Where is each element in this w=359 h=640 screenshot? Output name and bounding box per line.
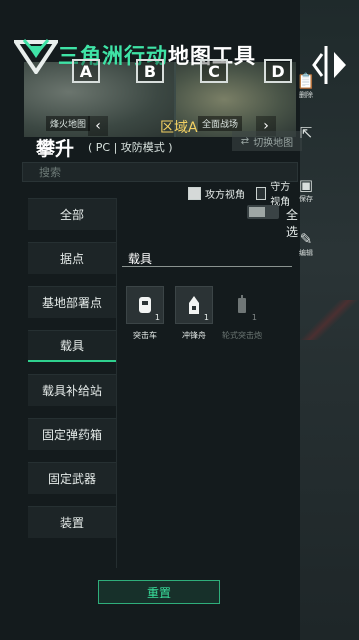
rail-save-button[interactable]: ▣ 保存	[290, 176, 322, 210]
category-fixed-weapon[interactable]: 固定武器	[28, 462, 116, 494]
prev-arrow-icon[interactable]: ‹	[88, 116, 108, 136]
item-label: 冲锋舟	[182, 331, 206, 340]
category-strongpoint[interactable]: 据点	[28, 242, 116, 274]
assault-vehicle-icon	[139, 297, 151, 313]
zone-tag-c[interactable]: C	[200, 59, 228, 83]
assault-boat-tile[interactable]: 1	[175, 286, 213, 324]
assault-boat-icon	[189, 296, 199, 314]
side-panel: 烽火地图 全面战场 三角洲行动地图工具 A B C D ‹ › 区域A ⇄ 切换…	[0, 0, 302, 640]
item-label: 轮式突击炮	[222, 331, 262, 340]
select-all-toggle[interactable]	[247, 205, 279, 219]
zone-label: 区域A	[160, 120, 198, 136]
map-title: 攀升	[36, 138, 75, 160]
assault-vehicle-tile[interactable]: 1	[126, 286, 164, 324]
clipboard-icon: 📋	[296, 72, 316, 90]
search-input[interactable]	[22, 162, 298, 182]
item-count: 1	[251, 313, 257, 322]
attack-view-checkbox[interactable]	[188, 186, 201, 200]
map-subtitle: ( PC | 攻防模式 )	[88, 141, 173, 154]
zone-tag-a[interactable]: A	[72, 59, 100, 83]
category-device[interactable]: 装置	[28, 506, 116, 538]
category-divider	[116, 198, 117, 568]
defense-view-checkbox[interactable]	[256, 186, 267, 200]
item-assault-vehicle[interactable]: 1 突击车	[125, 286, 165, 341]
switch-map-label: 切换地图	[253, 137, 294, 149]
toggle-knob	[249, 207, 265, 217]
rail-save-label: 保存	[299, 195, 313, 203]
rail-edit-button[interactable]: ✎ 编辑	[290, 230, 322, 264]
save-icon: ▣	[298, 176, 314, 194]
share-icon: ⇱	[299, 124, 313, 142]
category-ammo-box[interactable]: 固定弹药箱	[28, 418, 116, 450]
section-underline	[122, 266, 292, 267]
banner-caption-right: 全面战场	[198, 116, 243, 131]
rail-share-button[interactable]: ⇱	[290, 124, 322, 158]
map-route-streak	[299, 300, 359, 340]
reset-button[interactable]: 重置	[98, 580, 220, 604]
item-assault-boat[interactable]: 1 冲锋舟	[174, 286, 214, 341]
zone-tag-d[interactable]: D	[264, 59, 292, 83]
swap-icon: ⇄	[240, 135, 250, 147]
edit-icon: ✎	[299, 230, 313, 248]
category-list: 全部 据点 基地部署点 载具 载具补给站 固定弹药箱 固定武器 装置	[28, 198, 116, 550]
attack-view-option[interactable]: 攻方视角	[188, 185, 245, 201]
rail-edit-label: 编辑	[299, 249, 313, 257]
item-count: 1	[203, 313, 209, 322]
item-count: 1	[154, 313, 160, 322]
category-all[interactable]: 全部	[28, 198, 116, 230]
wheeled-assault-gun-tile[interactable]: 1	[223, 286, 261, 324]
category-base-deploy[interactable]: 基地部署点	[28, 286, 116, 318]
banner-caption-left: 烽火地图	[46, 116, 91, 131]
rail-delete-button[interactable]: 📋 删除	[290, 72, 322, 106]
section-title: 载具	[128, 252, 153, 266]
item-label: 突击车	[133, 331, 157, 340]
category-vehicle[interactable]: 载具	[28, 330, 116, 362]
item-wheeled-assault-gun[interactable]: 1 轮式突击炮	[222, 286, 262, 341]
wheeled-assault-gun-icon	[238, 295, 246, 313]
zone-tag-b[interactable]: B	[136, 59, 164, 83]
delta-logo-icon	[12, 36, 60, 76]
category-vehicle-supply[interactable]: 载具补给站	[28, 374, 116, 406]
rail-delete-label: 删除	[299, 91, 313, 99]
attack-view-label: 攻方视角	[205, 189, 245, 201]
